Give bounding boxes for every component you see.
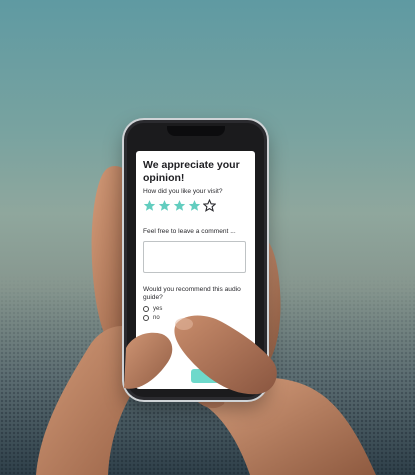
right-thumb <box>124 315 277 395</box>
